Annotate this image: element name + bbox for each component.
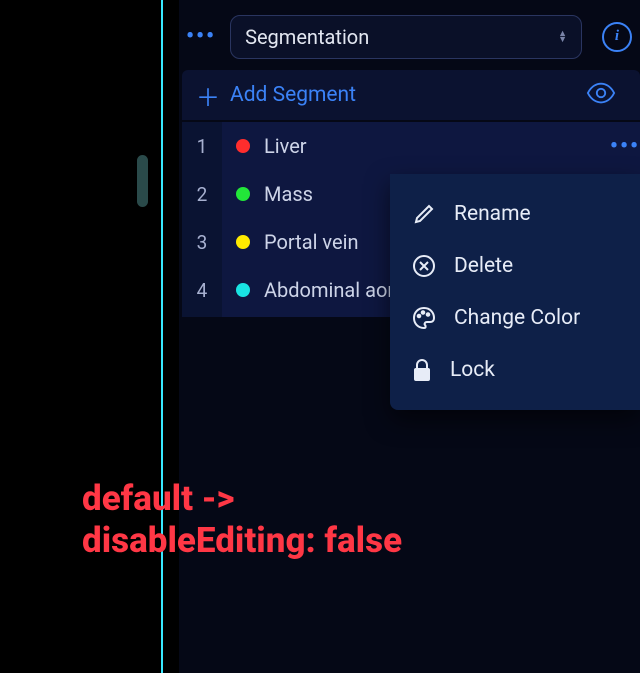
row-more-icon[interactable]: ••• [610, 134, 640, 159]
visibility-toggle[interactable] [586, 82, 616, 108]
panel-header: ••• Segmentation ▲▼ i [182, 10, 640, 63]
color-swatch [236, 283, 250, 297]
color-swatch [236, 235, 250, 249]
pencil-icon [412, 202, 436, 226]
color-swatch [236, 139, 250, 153]
info-icon[interactable]: i [602, 22, 632, 52]
segment-number: 4 [182, 266, 222, 314]
palette-icon [412, 306, 436, 330]
lock-icon [412, 358, 432, 382]
scrollbar-thumb[interactable] [137, 155, 148, 207]
menu-label: Delete [454, 254, 513, 278]
plus-icon: ＋ [196, 78, 220, 113]
context-menu: Rename Delete Change Color Lock [390, 174, 640, 410]
segment-name: Mass [264, 182, 313, 206]
segment-row[interactable]: Liver ••• [222, 122, 640, 170]
menu-label: Rename [454, 202, 531, 226]
menu-change-color[interactable]: Change Color [390, 292, 640, 344]
segment-number: 1 [182, 122, 222, 170]
segment-name: Portal vein [264, 230, 358, 254]
annotation-text: default -> disableEditing: false [82, 478, 628, 562]
add-segment-row: ＋ Add Segment [182, 70, 640, 120]
segment-name: Liver [264, 134, 307, 158]
menu-lock[interactable]: Lock [390, 344, 640, 396]
segment-number: 3 [182, 218, 222, 266]
segment-number: 2 [182, 170, 222, 218]
left-viewport [0, 0, 161, 673]
menu-delete[interactable]: Delete [390, 240, 640, 292]
annotation-line: disableEditing: false [82, 520, 628, 562]
color-swatch [236, 187, 250, 201]
panel-more-icon[interactable]: ••• [182, 24, 220, 49]
annotation-line: default -> [82, 478, 628, 520]
menu-rename[interactable]: Rename [390, 188, 640, 240]
chevron-updown-icon: ▲▼ [558, 31, 567, 43]
menu-label: Lock [450, 358, 495, 382]
segment-name: Abdominal aor [264, 278, 394, 302]
select-label: Segmentation [245, 25, 369, 49]
menu-label: Change Color [454, 306, 580, 330]
add-segment-label: Add Segment [230, 83, 356, 107]
close-circle-icon [412, 254, 436, 278]
panel-gutter [163, 0, 179, 673]
segmentation-select[interactable]: Segmentation ▲▼ [230, 15, 582, 59]
segment-number-column: 1 2 3 4 [182, 122, 222, 317]
add-segment-button[interactable]: ＋ Add Segment [196, 78, 356, 113]
